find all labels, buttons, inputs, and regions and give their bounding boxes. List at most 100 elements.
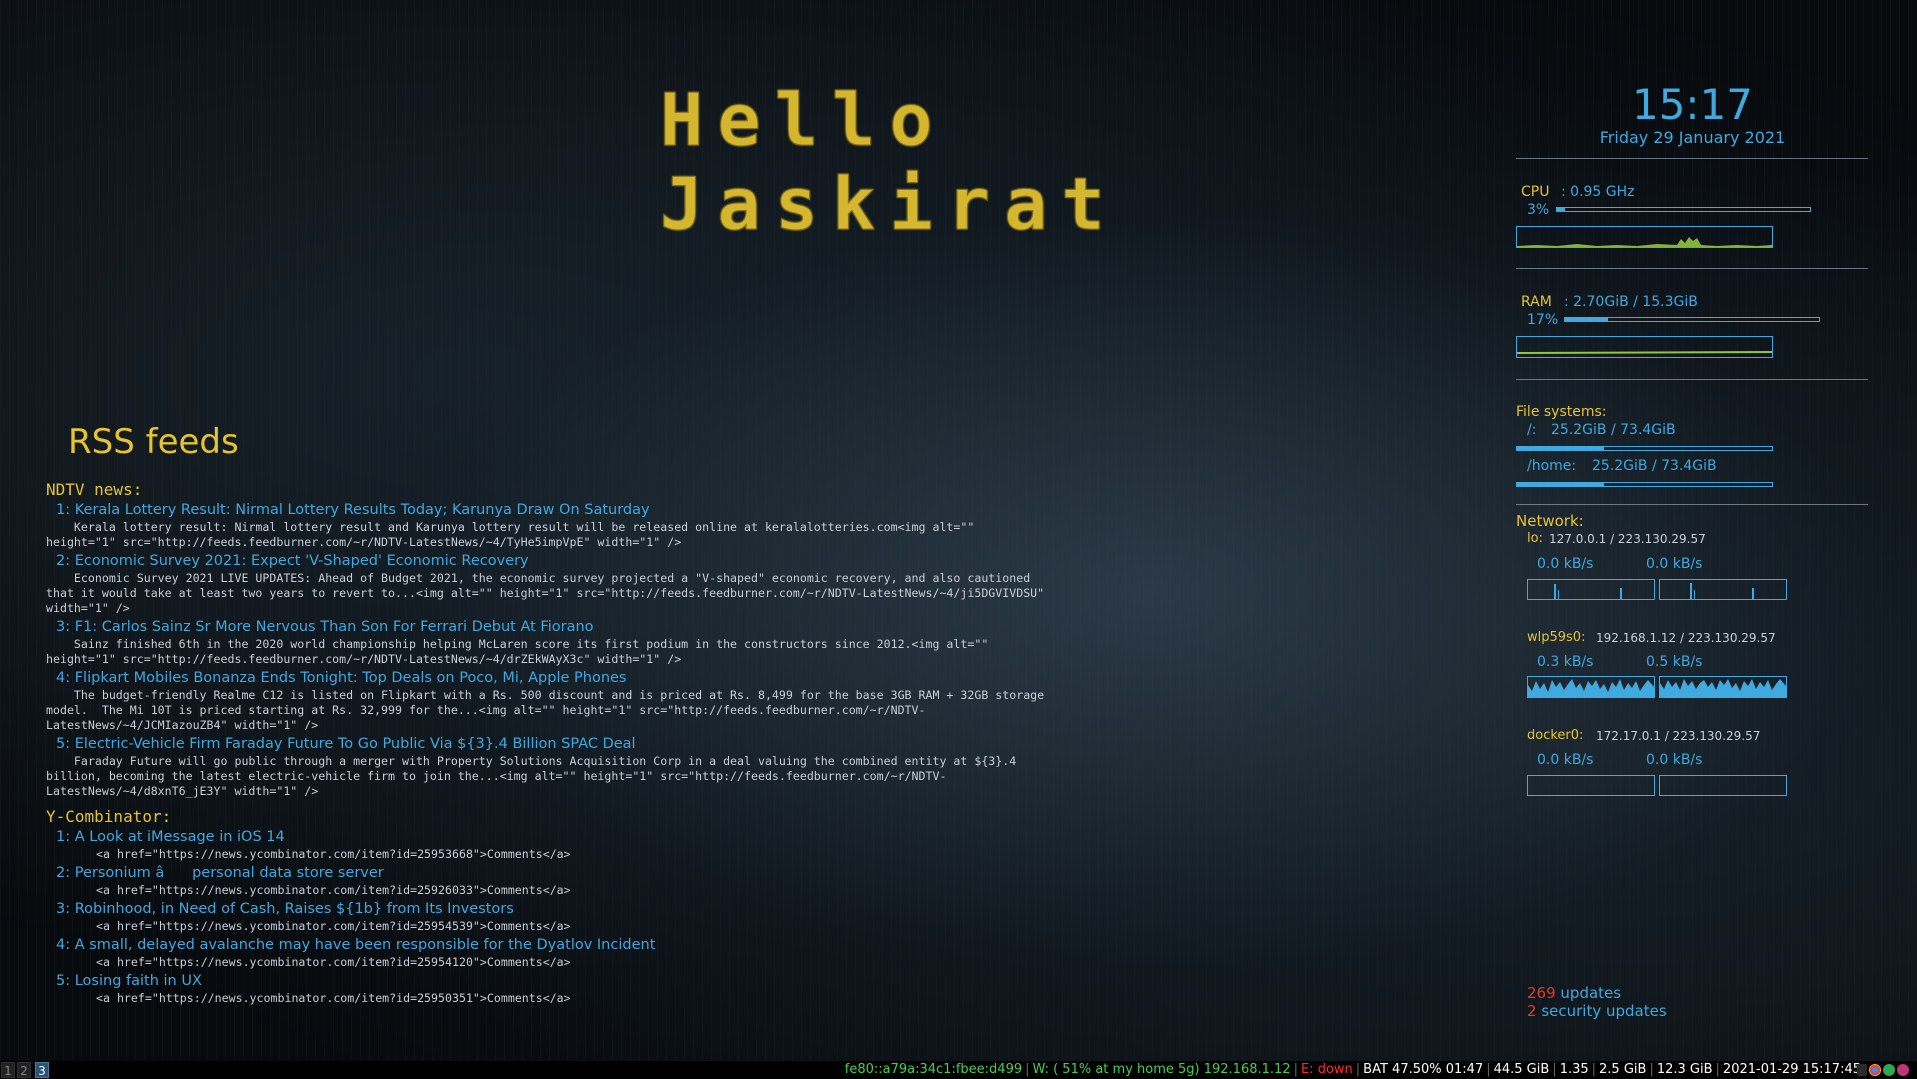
disk-status: 44.5 GiB xyxy=(1493,1062,1550,1077)
cpu-label: CPU xyxy=(1521,184,1550,200)
list-item: 1: A Look at iMessage in iOS 14 <a href=… xyxy=(46,828,1046,862)
iface-wlp59s0-down-graph xyxy=(1527,676,1655,698)
iface-docker0-down-graph xyxy=(1527,775,1655,796)
list-item: 2: Personium â personal data store ser… xyxy=(46,864,1046,898)
iface-lo-address: 127.0.0.1 / 223.130.29.57 xyxy=(1549,532,1706,546)
feed-item-title: 5: Electric-Vehicle Firm Faraday Future … xyxy=(56,736,636,752)
feed-item-title: 4: Flipkart Mobiles Bonanza Ends Tonight… xyxy=(56,670,627,686)
feed-item-description: Sainz finished 6th in the 2020 world cha… xyxy=(46,637,996,666)
workspace-button-2[interactable]: 2 xyxy=(17,1062,31,1078)
ndtv-section: NDTV news: 1: Kerala Lottery Result: Nir… xyxy=(46,480,1046,799)
iface-docker0-up: 0.0 kB/s xyxy=(1646,752,1703,768)
iface-docker0-down: 0.0 kB/s xyxy=(1537,752,1594,768)
list-item: 3: F1: Carlos Sainz Sr More Nervous Than… xyxy=(46,618,1046,667)
iface-lo-name: lo: xyxy=(1527,531,1543,546)
feed-item-description: Kerala lottery result: Nirmal lottery re… xyxy=(46,520,982,549)
list-item: 2: Economic Survey 2021: Expect 'V-Shape… xyxy=(46,552,1046,616)
clock-date: Friday 29 January 2021 xyxy=(1599,128,1786,147)
feed-item-title: 3: F1: Carlos Sainz Sr More Nervous Than… xyxy=(56,619,594,635)
filesystems-label: File systems: xyxy=(1516,404,1607,420)
fs-root-fill xyxy=(1517,447,1604,450)
divider xyxy=(1516,379,1868,380)
ram-usage-fill xyxy=(1565,318,1609,321)
security-updates: 2 security updates xyxy=(1527,1002,1667,1020)
list-item: 4: Flipkart Mobiles Bonanza Ends Tonight… xyxy=(46,669,1046,733)
updates-count: 269 xyxy=(1527,984,1556,1002)
section-heading: Y-Combinator: xyxy=(46,807,172,826)
clock-time: 15:17 xyxy=(1631,80,1754,129)
feed-item-description: <a href="https://news.ycombinator.com/it… xyxy=(96,883,571,897)
ram-percent: 17% xyxy=(1527,312,1559,328)
feed-item-description: <a href="https://news.ycombinator.com/it… xyxy=(96,919,571,933)
list-item: 5: Electric-Vehicle Firm Faraday Future … xyxy=(46,735,1046,799)
iface-wlp59s0-up-graph xyxy=(1659,676,1787,698)
feed-item-description: The budget-friendly Realme C12 is listed… xyxy=(46,688,1045,732)
iface-docker0-name: docker0: xyxy=(1527,728,1584,743)
list-item: 1: Kerala Lottery Result: Nirmal Lottery… xyxy=(46,501,1046,550)
feed-item-title: 2: Economic Survey 2021: Expect 'V-Shape… xyxy=(56,553,529,569)
app-tray-icon[interactable] xyxy=(1897,1064,1909,1076)
divider xyxy=(1516,158,1868,159)
security-updates-count: 2 xyxy=(1527,1002,1537,1020)
fs-home-usage: 25.2GiB / 73.4GiB xyxy=(1592,458,1717,474)
cpu-frequency: : 0.95 GHz xyxy=(1561,184,1635,200)
iface-docker0-address: 172.17.0.1 / 223.130.29.57 xyxy=(1596,729,1761,743)
feed-item-title: 3: Robinhood, in Need of Cash, Raises ${… xyxy=(56,901,514,917)
updates-label: updates xyxy=(1560,984,1622,1002)
cpu-percent: 3% xyxy=(1527,202,1550,218)
ethernet-status: E: down xyxy=(1300,1062,1353,1077)
network-label: Network: xyxy=(1516,512,1584,530)
fs-root-bar xyxy=(1516,446,1773,451)
iface-lo-up-graph xyxy=(1659,579,1787,600)
cpu-usage-graph xyxy=(1516,226,1773,248)
iface-lo-down-graph xyxy=(1527,579,1655,600)
divider xyxy=(1516,268,1868,269)
list-item: 3: Robinhood, in Need of Cash, Raises ${… xyxy=(46,900,1046,934)
network-tray-icon[interactable] xyxy=(1883,1064,1895,1076)
ipv6-status: fe80::a79a:34c1:fbee:d499 xyxy=(844,1062,1023,1077)
rss-feed-list: NDTV news: 1: Kerala Lottery Result: Nir… xyxy=(46,480,1046,1014)
datetime-status: 2021-01-29 15:17:45 xyxy=(1722,1062,1861,1077)
fs-home-bar xyxy=(1516,482,1773,487)
rss-title: RSS feeds xyxy=(68,422,239,462)
feed-item-description: <a href="https://news.ycombinator.com/it… xyxy=(96,991,571,1005)
iface-wlp59s0-name: wlp59s0: xyxy=(1527,630,1586,645)
security-updates-label: security updates xyxy=(1541,1002,1667,1020)
feed-item-description: <a href="https://news.ycombinator.com/it… xyxy=(96,955,571,969)
iface-wlp59s0-address: 192.168.1.12 / 223.130.29.57 xyxy=(1596,631,1776,645)
fs-root-usage: 25.2GiB / 73.4GiB xyxy=(1551,422,1676,438)
feed-item-title: 5: Losing faith in UX xyxy=(56,973,202,989)
battery-status: BAT 47.50% 01:47 xyxy=(1363,1062,1484,1077)
ram-label: RAM xyxy=(1521,294,1552,310)
iface-lo-down: 0.0 kB/s xyxy=(1537,556,1594,572)
tray-arrow-icon[interactable] xyxy=(1857,1064,1867,1076)
iface-lo-up: 0.0 kB/s xyxy=(1646,556,1703,572)
feed-item-description: Economic Survey 2021 LIVE UPDATES: Ahead… xyxy=(46,571,1045,615)
divider xyxy=(1516,504,1868,505)
fs-home-mount: /home: xyxy=(1527,458,1577,474)
list-item: 5: Losing faith in UX <a href="https://n… xyxy=(46,972,1046,1006)
iface-docker0-up-graph xyxy=(1659,775,1787,796)
cpu-usage-fill xyxy=(1557,208,1565,211)
feed-item-title: 1: Kerala Lottery Result: Nirmal Lottery… xyxy=(56,502,650,518)
feed-item-description: Faraday Future will go public through a … xyxy=(46,754,1024,798)
ram-usage: : 2.70GiB / 15.3GiB xyxy=(1564,294,1698,310)
section-heading: NDTV news: xyxy=(46,480,143,499)
i3-status-bar: 1 2 3 fe80::a79a:34c1:fbee:d499 | W: ( 51%… xyxy=(0,1061,1917,1079)
chrome-tray-icon[interactable] xyxy=(1869,1064,1881,1076)
workspace-button-3[interactable]: 3 xyxy=(35,1062,49,1078)
load-status: 1.35 xyxy=(1559,1062,1589,1077)
cpu-usage-bar xyxy=(1556,207,1811,212)
workspace-button-1[interactable]: 1 xyxy=(1,1062,15,1078)
memory-free-status: 12.3 GiB xyxy=(1656,1062,1713,1077)
feed-item-title: 4: A small, delayed avalanche may have b… xyxy=(56,937,656,953)
memory-used-status: 2.5 GiB xyxy=(1599,1062,1647,1077)
feed-item-title: 2: Personium â personal data store ser… xyxy=(56,865,384,881)
package-updates: 269 updates xyxy=(1527,984,1621,1002)
fs-home-fill xyxy=(1517,483,1604,486)
feed-item-description: <a href="https://news.ycombinator.com/it… xyxy=(96,847,571,861)
fs-root-mount: /: xyxy=(1527,422,1537,438)
iface-wlp59s0-up: 0.5 kB/s xyxy=(1646,654,1703,670)
ram-usage-graph xyxy=(1516,336,1773,358)
greeting-ascii-art: Hello Jaskirat xyxy=(660,78,1119,247)
